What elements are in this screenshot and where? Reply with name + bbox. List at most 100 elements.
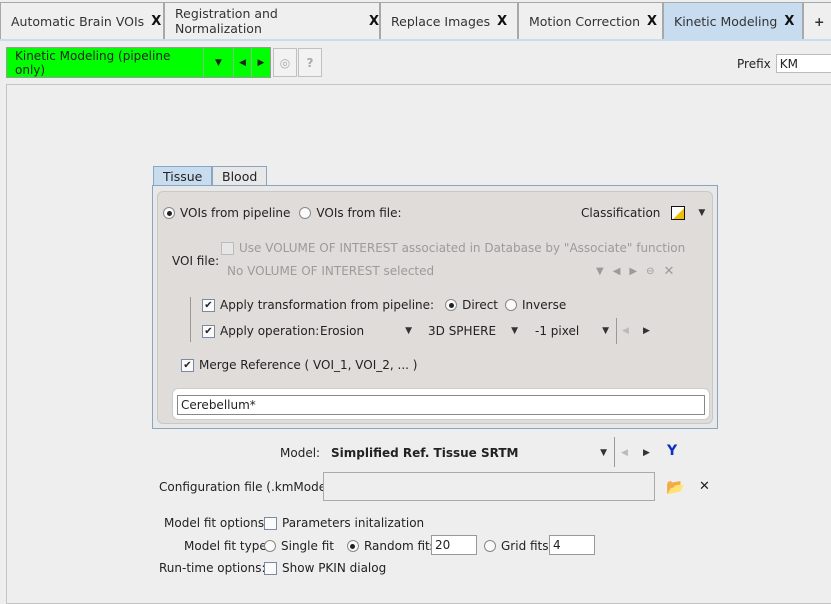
next-icon[interactable]: ▶ xyxy=(252,48,270,77)
param-init-label: Parameters initalization xyxy=(282,516,425,530)
close-icon[interactable]: X xyxy=(647,14,657,29)
close-icon[interactable]: X xyxy=(497,14,507,29)
fit-type-group: Single fit Random fits xyxy=(264,539,436,553)
runtime-options-label: Run-time options: xyxy=(159,561,266,575)
add-tab-button[interactable]: + xyxy=(803,2,831,39)
dropdown-arrow-icon: ▼ xyxy=(602,326,609,336)
divider xyxy=(614,437,615,467)
divider xyxy=(616,318,617,344)
clear-icon[interactable]: ✕ xyxy=(664,264,675,279)
tab-motion-correction[interactable]: Motion Correction X xyxy=(518,2,663,39)
config-file-input[interactable] xyxy=(323,472,655,501)
vois-from-pipeline-label: VOIs from pipeline xyxy=(180,206,291,220)
tab-label: Registration and Normalization xyxy=(175,6,278,36)
model-select[interactable]: Simplified Ref. Tissue SRTM ▼ xyxy=(331,446,607,460)
vois-from-pipeline-radio[interactable] xyxy=(163,207,175,219)
previous-icon[interactable]: ◀ xyxy=(622,326,629,336)
tab-kinetic-modeling[interactable]: Kinetic Modeling X xyxy=(663,2,803,39)
apply-transform-checkbox[interactable]: ✔ xyxy=(202,298,215,312)
tab-bar: Automatic Brain VOIs X Registration and N… xyxy=(0,0,831,41)
reference-input[interactable]: Cerebellum* xyxy=(177,395,705,415)
param-init-row: Parameters initalization xyxy=(264,516,424,530)
operation-value: Erosion xyxy=(320,324,365,338)
classification-label: Classification xyxy=(581,206,661,220)
divider xyxy=(190,297,191,342)
voi-file-value: No VOLUME OF INTEREST selected xyxy=(227,264,435,278)
tab-automatic-brain-vois[interactable]: Automatic Brain VOIs X xyxy=(0,2,164,39)
tab-replace-images[interactable]: Replace Images X xyxy=(380,2,518,39)
merge-reference-checkbox[interactable]: ✔ xyxy=(181,358,194,372)
dropdown-arrow-icon[interactable]: ▼ xyxy=(204,48,234,77)
previous-icon[interactable]: ◀ xyxy=(613,266,621,277)
vois-from-file-label: VOIs from file: xyxy=(316,206,402,220)
previous-icon[interactable]: ◀ xyxy=(621,448,628,458)
pipeline-name: Kinetic Modeling (pipeline only) xyxy=(7,48,204,77)
direct-label: Direct xyxy=(462,298,499,312)
model-value: Simplified Ref. Tissue SRTM xyxy=(331,446,519,460)
operation-select[interactable]: Erosion ▼ xyxy=(320,324,412,338)
fit-type-label: Model fit type: xyxy=(184,539,271,553)
show-pkin-checkbox[interactable] xyxy=(264,561,277,575)
close-icon[interactable]: X xyxy=(369,14,379,29)
tab-label: Motion Correction xyxy=(529,13,641,29)
apply-operation-row: ✔ Apply operation: xyxy=(202,324,319,338)
fit-options-label: Model fit options: xyxy=(164,516,269,530)
close-icon[interactable]: X xyxy=(784,14,794,29)
prefix-group: Prefix KM xyxy=(737,54,831,73)
tab-blood[interactable]: Blood xyxy=(212,166,268,186)
shape-value: 3D SPHERE xyxy=(428,324,497,338)
dropdown-arrow-icon[interactable]: ▼ xyxy=(596,266,604,277)
vois-from-file-radio[interactable] xyxy=(299,207,312,219)
tab-tissue[interactable]: Tissue xyxy=(153,166,213,186)
tab-registration-normalization[interactable]: Registration and Normalization X xyxy=(164,2,380,39)
voi-file-label: VOI file: xyxy=(172,254,220,268)
random-fits-input[interactable]: 20 xyxy=(431,535,477,555)
model-label: Model: xyxy=(280,446,321,460)
use-db-voi: Use VOLUME OF INTEREST associated in Dat… xyxy=(221,241,685,255)
dropdown-arrow-icon: ▼ xyxy=(511,326,518,336)
next-icon[interactable]: ▶ xyxy=(629,266,637,277)
merge-reference-label: Merge Reference ( VOI_1, VOI_2, ... ) xyxy=(199,358,418,372)
next-icon[interactable]: ▶ xyxy=(643,326,650,336)
size-value: -1 pixel xyxy=(535,324,580,338)
prefix-label: Prefix xyxy=(737,56,771,71)
pipeline-selector[interactable]: Kinetic Modeling (pipeline only) ▼ ◀ ▶ xyxy=(6,47,271,78)
single-fit-label: Single fit xyxy=(281,539,334,553)
use-db-checkbox[interactable] xyxy=(221,241,234,255)
open-folder-icon[interactable]: 📂 xyxy=(666,478,685,496)
size-select[interactable]: -1 pixel ▼ xyxy=(535,324,609,338)
previous-icon[interactable]: ◀ xyxy=(234,48,252,77)
tab-label: Automatic Brain VOIs xyxy=(11,13,145,29)
target-icon[interactable]: ◎ xyxy=(273,48,297,77)
show-pkin-row: Show PKIN dialog xyxy=(264,561,386,575)
shape-select[interactable]: 3D SPHERE ▼ xyxy=(428,324,518,338)
classification[interactable]: Classification ▼ xyxy=(581,206,705,220)
classification-icon xyxy=(671,206,686,220)
apply-operation-checkbox[interactable]: ✔ xyxy=(202,324,215,338)
inverse-label: Inverse xyxy=(522,298,567,312)
clear-icon[interactable]: ✕ xyxy=(699,479,710,494)
prefix-input[interactable]: KM xyxy=(775,54,831,73)
filter-icon[interactable]: Y xyxy=(667,443,677,459)
apply-transform-label: Apply transformation from pipeline: xyxy=(220,298,435,312)
close-icon[interactable]: X xyxy=(151,14,161,29)
apply-operation-label: Apply operation: xyxy=(220,324,320,338)
browse-icon[interactable]: ⊖ xyxy=(646,266,654,277)
apply-transform-row: ✔ Apply transformation from pipeline: Dir… xyxy=(202,298,566,312)
direct-radio[interactable] xyxy=(445,299,458,311)
use-db-label: Use VOLUME OF INTEREST associated in Dat… xyxy=(239,241,686,255)
random-fits-radio[interactable] xyxy=(346,540,359,552)
inverse-radio[interactable] xyxy=(505,299,518,311)
grid-fits-radio[interactable] xyxy=(484,540,496,552)
dropdown-arrow-icon: ▼ xyxy=(405,326,412,336)
next-icon[interactable]: ▶ xyxy=(643,448,650,458)
merge-reference-row: ✔ Merge Reference ( VOI_1, VOI_2, ... ) xyxy=(181,358,417,372)
grid-fits-label: Grid fits xyxy=(501,539,549,553)
help-button[interactable]: ? xyxy=(298,48,322,77)
dropdown-arrow-icon[interactable]: ▼ xyxy=(698,208,705,218)
random-fits-label: Random fits xyxy=(363,539,436,553)
grid-fits-input[interactable]: 4 xyxy=(549,535,595,555)
single-fit-radio[interactable] xyxy=(264,540,276,552)
param-init-checkbox[interactable] xyxy=(264,516,277,530)
show-pkin-label: Show PKIN dialog xyxy=(282,561,387,575)
